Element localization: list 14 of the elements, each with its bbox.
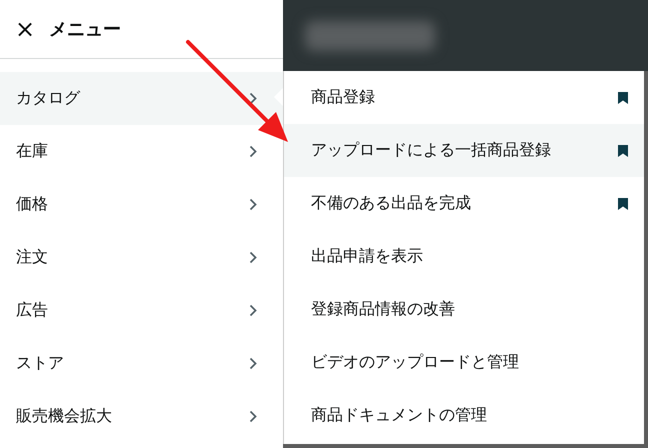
menu-item[interactable]: カタログ: [0, 72, 283, 125]
close-button[interactable]: ×: [15, 17, 36, 41]
bookmark-icon[interactable]: [618, 198, 628, 210]
bookmark-icon[interactable]: [618, 144, 628, 156]
bookmark-icon[interactable]: [618, 92, 628, 104]
chevron-right-icon: [249, 198, 257, 211]
chevron-right-icon: [249, 251, 257, 264]
menu-title: メニュー: [49, 18, 122, 41]
chevron-right-icon: [249, 92, 257, 105]
chevron-right-icon: [249, 357, 257, 370]
chevron-right-icon: [249, 304, 257, 317]
submenu-item[interactable]: アップロードによる一括商品登録: [284, 124, 644, 177]
chevron-right-icon: [249, 410, 257, 423]
chevron-right-icon: [249, 145, 257, 158]
